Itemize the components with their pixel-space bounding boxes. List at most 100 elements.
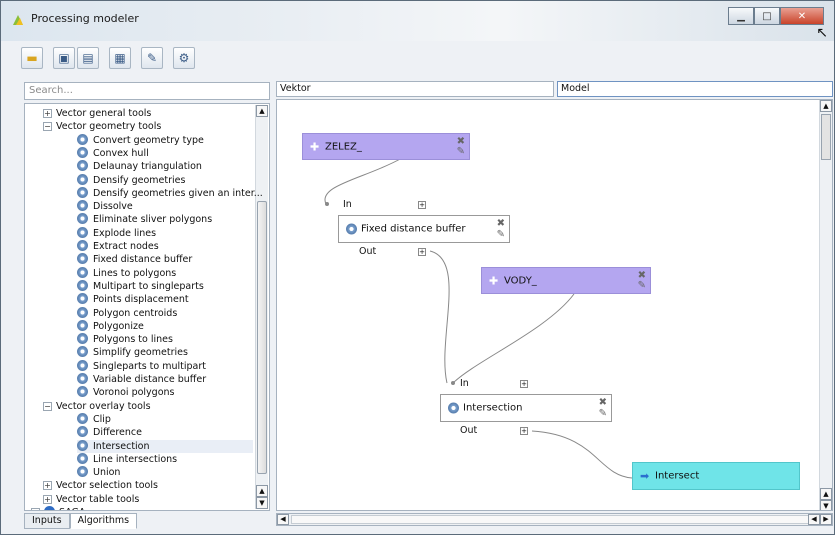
tab-algorithms[interactable]: Algorithms	[69, 513, 138, 529]
canvas-scroll-thumb[interactable]	[821, 114, 831, 160]
tree-item[interactable]: Convert geometry type	[77, 133, 253, 147]
output-node-intersect[interactable]: ➡ Intersect	[632, 462, 800, 490]
tree-item[interactable]: Delaunay triangulation	[77, 160, 253, 173]
tree-item[interactable]: Clip	[77, 412, 253, 426]
tree-scrollbar[interactable]: ▲ ▲ ▼	[255, 105, 268, 509]
model-canvas[interactable]: ✚ ZELEZ_ ✖ ✎ In + Fixed distance buffer …	[276, 99, 833, 511]
tree-item[interactable]: + Vector general tools	[43, 107, 253, 120]
tree-item[interactable]: Intersection	[77, 439, 253, 453]
minimize-button[interactable]: ▁	[728, 7, 754, 25]
gear-icon	[77, 266, 88, 278]
input-node-vody[interactable]: ✚ VODY_ ✖ ✎	[481, 267, 651, 294]
close-button[interactable]: ✕	[780, 7, 824, 25]
export-image-button[interactable]: ▦	[109, 47, 131, 69]
algorithm-node-intersection[interactable]: Intersection ✖ ✎	[440, 394, 612, 422]
tree-item[interactable]: Difference	[77, 426, 253, 439]
tree-item-label: Line intersections	[93, 453, 178, 465]
connection-lines	[324, 157, 633, 479]
tree-item[interactable]: Explode lines	[77, 226, 253, 240]
tree-item-label: Union	[93, 467, 121, 479]
expand-icon[interactable]: +	[43, 109, 52, 118]
tree-item[interactable]: + Vector table tools	[43, 493, 253, 506]
tab-inputs[interactable]: Inputs	[24, 513, 70, 529]
scroll-up-icon-lower[interactable]: ▲	[256, 485, 268, 497]
scroll-up-icon-lower[interactable]: ▲	[820, 488, 832, 500]
tree-item[interactable]: Densify geometries	[77, 173, 253, 187]
expand-port-icon[interactable]: +	[520, 380, 528, 388]
tree-item[interactable]: Eliminate sliver polygons	[77, 213, 253, 226]
input-node-zelez[interactable]: ✚ ZELEZ_ ✖ ✎	[302, 133, 470, 160]
remove-icon[interactable]: ✖	[599, 397, 607, 408]
scroll-left-icon-right[interactable]: ◀	[808, 514, 820, 525]
tree-item[interactable]: Fixed distance buffer	[77, 253, 253, 266]
gear-icon	[77, 186, 88, 198]
canvas-horizontal-scrollbar[interactable]: ◀ ◀ ▶	[276, 513, 833, 526]
tree-item-label: Vector table tools	[56, 493, 140, 505]
run-model-button[interactable]: ⚙	[173, 47, 195, 69]
tree-item[interactable]: Polygons to lines	[77, 333, 253, 346]
tree-item[interactable]: Extract nodes	[77, 240, 253, 253]
tree-item[interactable]: Line intersections	[77, 452, 253, 466]
scroll-down-icon[interactable]: ▼	[820, 500, 832, 510]
expand-port-icon[interactable]: +	[418, 201, 426, 209]
gear-icon	[77, 373, 88, 384]
tree-item[interactable]: Lines to polygons	[77, 266, 253, 280]
tree-item[interactable]: + Vector selection tools	[43, 479, 253, 492]
tree-item-label: Convex hull	[93, 147, 149, 159]
tree-item[interactable]: Variable distance buffer	[77, 373, 253, 386]
output-arrow-icon: ➡	[640, 469, 650, 483]
scroll-up-icon[interactable]: ▲	[820, 100, 832, 112]
edit-icon[interactable]: ✎	[638, 280, 646, 291]
tree-item[interactable]: Densify geometries given an inter...	[77, 186, 263, 200]
tree-item-label: Vector selection tools	[56, 480, 158, 492]
tree-item[interactable]: − Vector geometry tools	[43, 120, 253, 133]
expand-icon[interactable]: +	[31, 508, 40, 510]
mouse-cursor-icon: ↖	[816, 25, 828, 41]
edit-icon[interactable]: ✎	[497, 229, 505, 240]
scroll-right-icon[interactable]: ▶	[820, 514, 832, 525]
algorithm-node-label: Intersection	[463, 402, 523, 414]
collapse-icon[interactable]: −	[43, 401, 52, 411]
tree-item-label: Simplify geometries	[93, 347, 188, 359]
algorithm-search-input[interactable]: Search...	[24, 82, 270, 100]
scroll-left-icon[interactable]: ◀	[277, 514, 289, 525]
model-group-field[interactable]: Model	[557, 81, 833, 97]
tree-item[interactable]: Points displacement	[77, 293, 253, 306]
gear-icon	[77, 279, 88, 291]
model-name-field[interactable]: Vektor	[276, 81, 554, 97]
algorithm-node-buffer[interactable]: Fixed distance buffer ✖ ✎	[338, 215, 510, 243]
window-controls: ▁ □ ✕	[728, 7, 824, 25]
edit-icon[interactable]: ✎	[599, 408, 607, 419]
tree-item[interactable]: + SAGA	[31, 506, 253, 510]
edit-icon[interactable]: ✎	[457, 146, 465, 157]
maximize-button[interactable]: □	[754, 7, 780, 25]
expand-port-icon[interactable]: +	[418, 248, 426, 256]
remove-icon[interactable]: ✖	[497, 218, 505, 229]
tree-item-label: Densify geometries	[93, 174, 186, 186]
save-as-button[interactable]: ▤	[77, 47, 99, 69]
expand-port-icon[interactable]: +	[520, 427, 528, 435]
tree-item[interactable]: Singleparts to multipart	[77, 359, 253, 373]
scroll-down-icon[interactable]: ▼	[256, 497, 268, 509]
open-model-button[interactable]: ▬	[21, 47, 43, 69]
expand-icon[interactable]: +	[43, 494, 52, 504]
canvas-hscroll-thumb[interactable]	[291, 515, 811, 524]
tree-item[interactable]: Dissolve	[77, 200, 253, 213]
tree-scroll-thumb[interactable]	[257, 201, 267, 474]
tree-item[interactable]: − Vector overlay tools	[43, 400, 253, 413]
open-icon: ▬	[26, 51, 38, 65]
collapse-icon[interactable]: −	[43, 122, 52, 132]
tree-item[interactable]: Polygonize	[77, 319, 253, 333]
tree-item[interactable]: Polygon centroids	[77, 306, 253, 320]
tree-item[interactable]: Union	[77, 466, 253, 479]
expand-icon[interactable]: +	[43, 481, 52, 491]
tree-item[interactable]: Convex hull	[77, 146, 253, 160]
edit-help-button[interactable]: ✎	[141, 47, 163, 69]
export-image-icon: ▦	[114, 51, 126, 65]
tree-item[interactable]: Simplify geometries	[77, 346, 253, 359]
scroll-up-icon[interactable]: ▲	[256, 105, 268, 117]
tree-item[interactable]: Multipart to singleparts	[77, 279, 253, 293]
canvas-vertical-scrollbar[interactable]: ▲ ▲ ▼	[819, 100, 832, 510]
tree-item[interactable]: Voronoi polygons	[77, 386, 253, 399]
save-model-button[interactable]: ▣	[53, 47, 75, 69]
